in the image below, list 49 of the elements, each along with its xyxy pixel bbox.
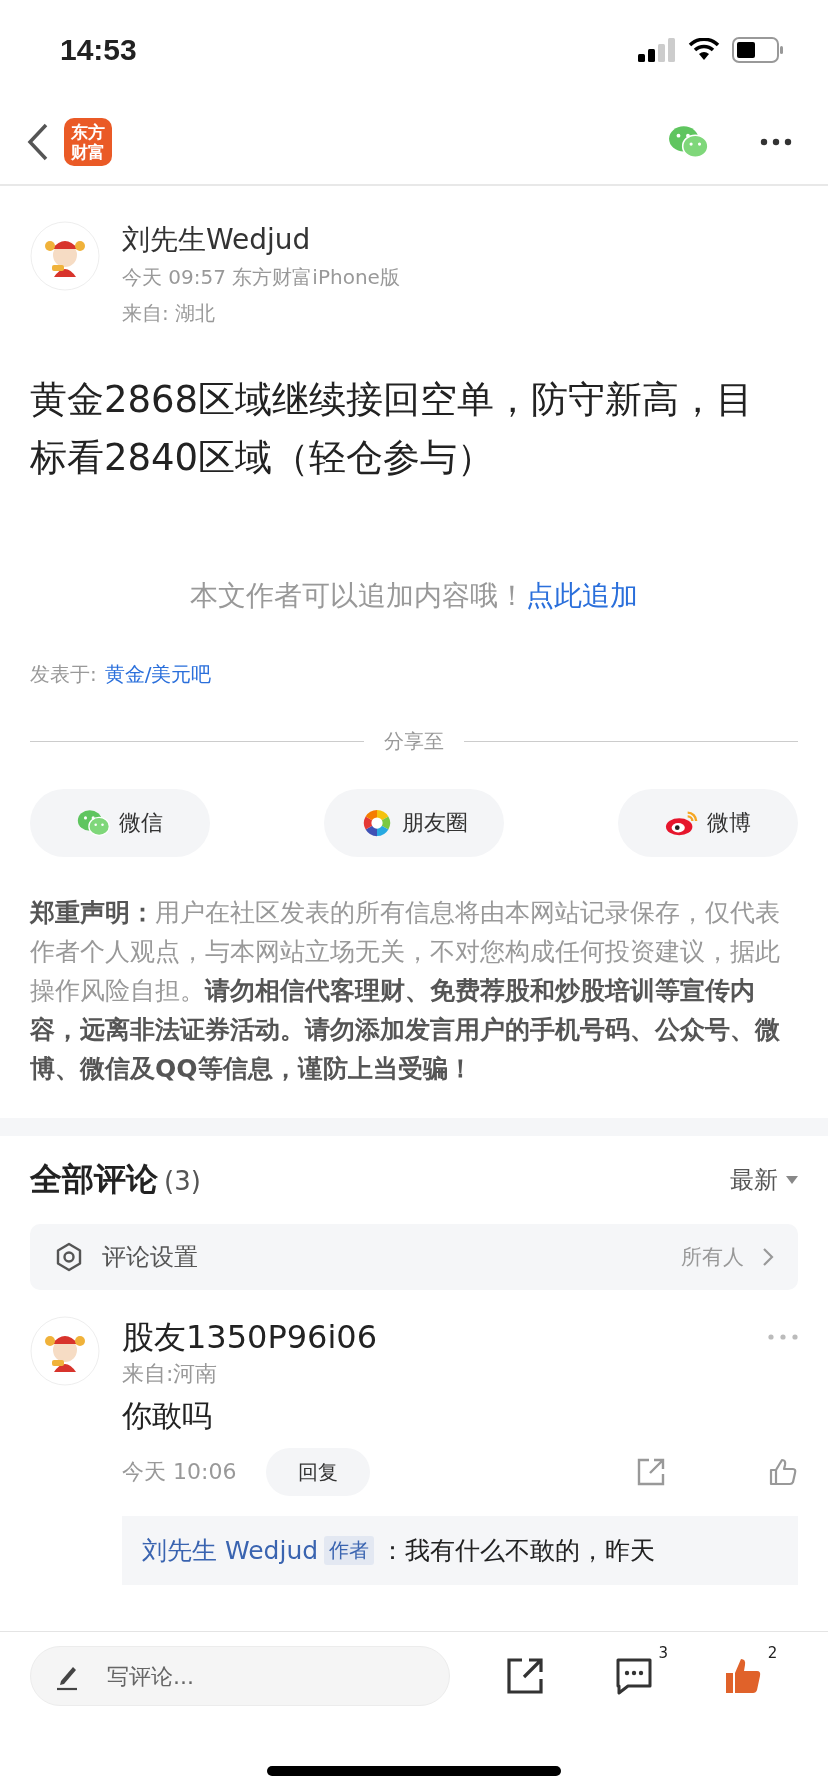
reply-preview[interactable]: 刘先生 Wedjud 作者 ：我有什么不敢的，昨天 xyxy=(122,1516,798,1585)
comment-text: 你敢吗 xyxy=(122,1397,213,1435)
commenter-location: 来自:河南 xyxy=(122,1360,219,1388)
post-title: 黄金2868区域继续接回空单，防守新高，目标看2840区域（轻仓参与） xyxy=(30,377,755,481)
comments-title: 全部评论 xyxy=(30,1160,158,1198)
chat-bubbles-icon xyxy=(77,808,111,838)
comment-settings-row[interactable]: 评论设置 所有人 xyxy=(30,1224,798,1290)
back-icon[interactable] xyxy=(26,122,50,162)
battery-icon xyxy=(732,37,784,63)
thumbs-up-icon[interactable] xyxy=(768,1457,798,1487)
avatar[interactable] xyxy=(30,1316,100,1386)
comment-bar[interactable]: 写评论... xyxy=(30,1646,450,1706)
status-time: 14:53 xyxy=(60,33,137,67)
like-count: 2 xyxy=(767,1644,778,1662)
chevron-right-icon xyxy=(762,1247,774,1267)
settings-label: 评论设置 xyxy=(102,1242,198,1273)
post-location: 来自: 湖北 xyxy=(122,300,217,327)
comments-count: (3) xyxy=(164,1166,201,1196)
more-icon[interactable] xyxy=(760,138,792,146)
reply-button[interactable]: 回复 xyxy=(266,1448,371,1496)
forum-link[interactable]: 黄金/美元吧 xyxy=(104,661,212,688)
post-meta: 今天 09:57 东方财富iPhone版 xyxy=(122,264,400,291)
share-button[interactable]: 朋友圈 xyxy=(324,789,504,857)
app-logo: 东方 财富 xyxy=(64,118,112,166)
wifi-icon xyxy=(688,38,720,62)
disclaimer-text: 郑重声明：用户在社区发表的所有信息将由本网站记录保存，仅代表作者个人观点，与本网站立场无关，不对您构成任何投资建议，据此操作风险自担。请勿相信代客理财、免费荐股和炒股培训等宣传内容，远离非法证券活动。请勿添加发言用户的手机号码、公众号、微博、微信及QQ等信息，谨防上当受骗！ xyxy=(30,897,781,1085)
chat-bubbles-icon xyxy=(668,124,710,160)
sort-dropdown[interactable]: 最新 xyxy=(730,1164,798,1196)
comment-time: 今天 10:06 xyxy=(122,1458,237,1486)
comment-icon[interactable] xyxy=(614,1656,654,1696)
share-button[interactable]: 微博 xyxy=(618,789,798,857)
append-hint: 本文作者可以追加内容哦！ xyxy=(190,579,526,612)
share-button[interactable]: 微信 xyxy=(30,789,210,857)
comment-input-field[interactable]: 写评论... xyxy=(105,1662,425,1690)
author-name[interactable]: 刘先生Wedjud xyxy=(122,221,400,259)
settings-icon xyxy=(54,1242,84,1272)
settings-value: 所有人 xyxy=(681,1244,744,1271)
append-link[interactable]: 点此追加 xyxy=(526,579,638,612)
share-label: 分享至 xyxy=(384,728,444,755)
comment-count: 3 xyxy=(658,1644,668,1662)
avatar[interactable] xyxy=(30,221,100,291)
reply-author-link[interactable]: 刘先生 Wedjud xyxy=(142,1534,319,1567)
signal-icon xyxy=(638,38,676,62)
posted-in-label: 发表于: xyxy=(30,661,97,688)
author-tag: 作者 xyxy=(324,1536,375,1565)
commenter-name[interactable]: 股友1350P96i06 xyxy=(122,1316,378,1358)
dropdown-triangle-icon xyxy=(786,1176,798,1184)
share-icon[interactable] xyxy=(504,1656,545,1696)
reply-text: ：我有什么不敢的，昨天 xyxy=(380,1535,656,1567)
